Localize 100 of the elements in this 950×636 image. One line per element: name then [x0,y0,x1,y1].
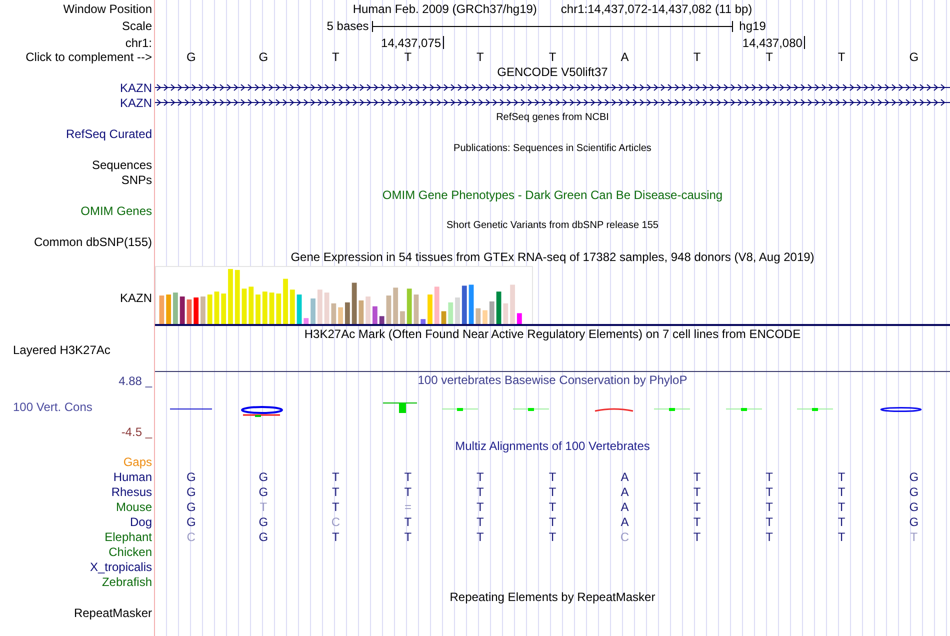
gene-label[interactable]: KAZN [120,82,152,94]
aligned-base: T [764,470,774,482]
species-label[interactable]: Elephant [104,530,152,542]
expression-bar[interactable] [516,313,522,324]
base-letter[interactable]: T [660,51,734,63]
track-label[interactable]: Sequences [92,158,152,170]
species-label[interactable]: Rhesus [111,486,152,498]
track-label[interactable]: 100 Vert. Cons [13,400,92,412]
aligned-base: G [258,470,270,482]
aligned-base: T [836,470,846,482]
track-label[interactable]: RepeatMasker [74,606,152,618]
aligned-base: T [476,470,485,482]
aligned-base: T [403,486,413,498]
row-label[interactable]: Scale [122,20,152,32]
track-label[interactable]: SNPs [121,174,152,186]
aligned-base: A [620,516,630,528]
scale-span-label: 5 bases [326,20,370,32]
aligned-base: T [692,486,702,498]
aligned-base: T [331,500,340,512]
aligned-base: T [548,470,558,482]
base-letter[interactable]: G [227,51,300,63]
aligned-base: G [908,470,920,482]
aligned-base: T [692,530,702,542]
aligned-base: C [619,530,630,542]
aligned-base: T [258,500,268,512]
base-letter[interactable]: G [878,51,950,63]
base-letter[interactable]: T [372,51,444,63]
expression-bar[interactable] [180,296,185,324]
aligned-base: T [476,486,485,498]
aligned-base: T [692,500,702,512]
expression-bar[interactable] [496,292,502,324]
track-title: Repeating Elements by RepeatMasker [450,591,656,603]
aligned-base: T [403,530,413,542]
species-label[interactable]: Mouse [116,500,152,512]
aligned-base: T [764,530,774,542]
expression-bar[interactable] [379,316,384,324]
track-title: H3K27Ac Mark (Often Found Near Active Regulatory Elements) on 7 cell lines from ENCODE [304,328,801,340]
track-label[interactable]: Layered H3K27Ac [13,344,110,356]
aligned-base: C [186,530,196,542]
track-label[interactable]: OMIM Genes [80,204,152,216]
track-label[interactable]: RefSeq Curated [66,128,152,140]
aligned-base: T [331,470,340,482]
track-title: RefSeq genes from NCBI [496,113,609,123]
aligned-base: T [476,516,485,528]
aligned-base: T [548,516,558,528]
base-letter[interactable]: A [588,51,661,63]
gene-strand-drawing[interactable] [155,98,950,107]
base-letter[interactable]: T [516,51,589,63]
axis-max-label: 4.88 _ [118,375,152,387]
base-letter[interactable]: T [444,51,516,63]
aligned-base: A [620,486,630,498]
aligned-base: T [836,530,846,542]
aligned-base: G [258,486,270,498]
expression-bar[interactable] [194,297,199,324]
aligned-base: T [476,530,485,542]
track-label[interactable]: Common dbSNP(155) [34,236,152,248]
ruler-tick-label: 14,437,075 [227,36,444,49]
track-title: GENCODE V50lift37 [497,66,608,78]
expression-bar[interactable] [352,282,357,324]
aligned-base: T [403,470,413,482]
aligned-base: T [836,486,846,498]
expression-bar[interactable] [372,306,378,324]
expression-bar[interactable] [344,302,350,324]
aligned-base: = [403,500,412,512]
base-letter[interactable]: T [300,51,372,63]
aligned-base: G [185,516,197,528]
row-label[interactable]: chr1: [125,36,152,48]
species-label[interactable]: Human [113,470,152,482]
aligned-base: T [331,530,340,542]
aligned-base: G [185,500,197,512]
aligned-base: T [836,516,846,528]
expression-bar[interactable] [420,319,426,324]
gene-label[interactable]: KAZN [120,96,152,108]
aligned-base: G [908,500,920,512]
aligned-base: G [185,486,197,498]
species-label[interactable]: X_tropicalis [90,560,152,572]
row-label[interactable]: Window Position [63,2,152,14]
base-letter[interactable]: G [155,51,228,63]
axis-min-label: -4.5 _ [121,426,152,438]
species-label[interactable]: Dog [130,516,152,528]
expression-bar[interactable] [462,286,467,324]
aligned-base: T [692,516,702,528]
ruler-tick-label: 14,437,080 [588,36,806,49]
gene-strand-drawing[interactable] [155,83,950,92]
scale-assembly-label: hg19 [738,20,767,32]
base-letter[interactable]: T [805,51,878,63]
aligned-base: G [258,530,270,542]
aligned-base: T [692,470,702,482]
aligned-base: A [620,500,630,512]
position-range: chr1:14,437,072-14,437,082 (11 bp) [560,2,752,14]
gene-label[interactable]: KAZN [120,292,152,304]
track-title: OMIM Gene Phenotypes - Dark Green Can Be Disease-causing [382,189,723,201]
species-label[interactable]: Zebrafish [102,576,152,588]
track-title: Publications: Sequences in Scientific Articles [454,144,652,154]
complement-link[interactable]: Click to complement --> [26,51,152,63]
aligned-base: A [620,470,630,482]
track-title: Multiz Alignments of 100 Vertebrates [455,440,650,452]
base-letter[interactable]: T [733,51,806,63]
species-label[interactable]: Chicken [108,546,152,558]
aligned-base: T [548,486,558,498]
